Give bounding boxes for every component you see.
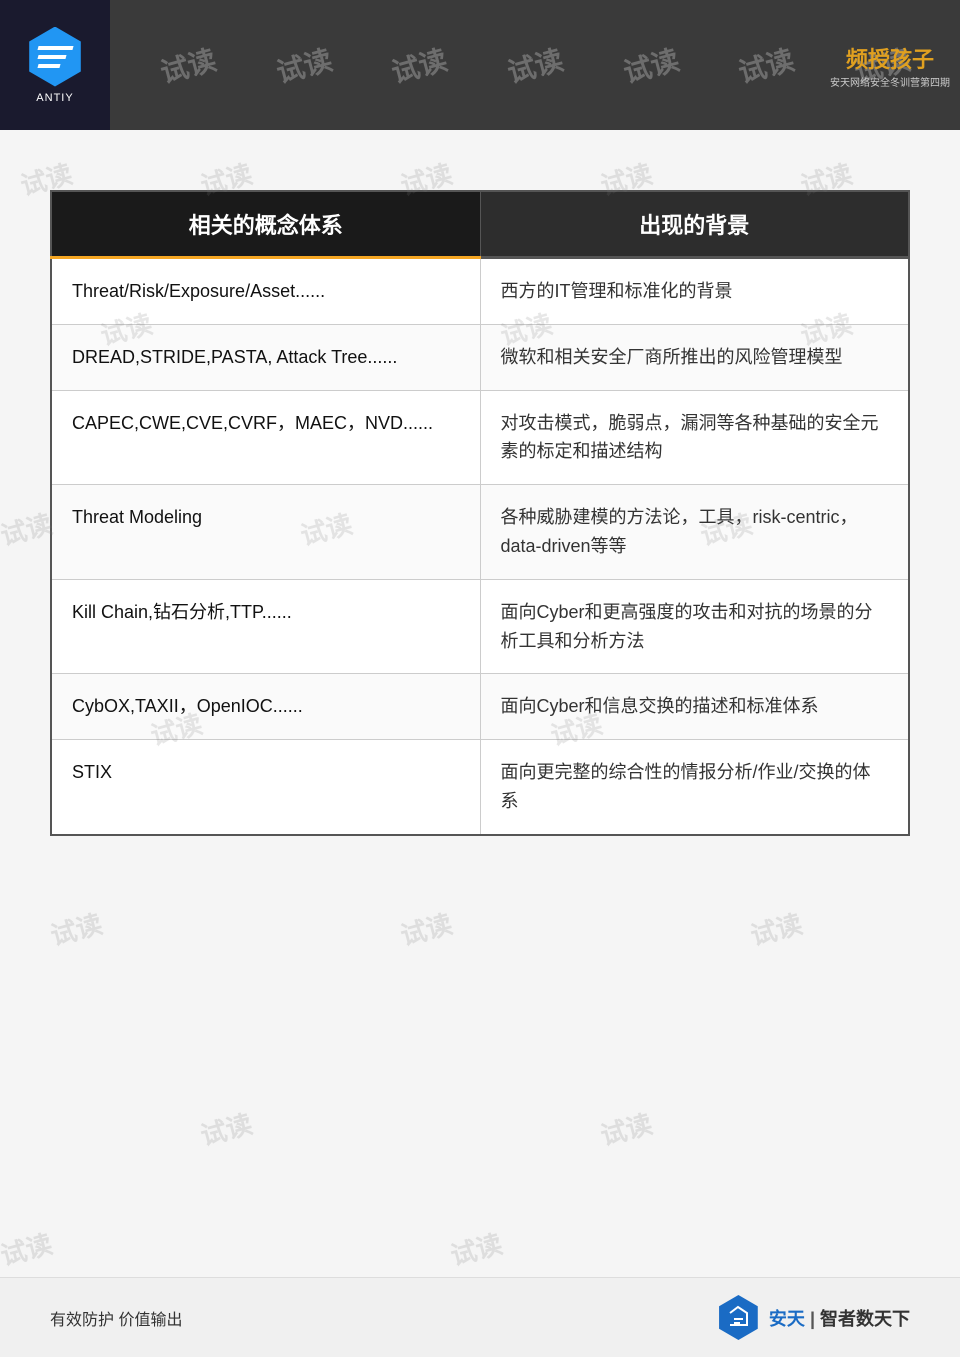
main-table: 相关的概念体系 出现的背景 Threat/Risk/Exposure/Asset… (50, 190, 910, 836)
table-cell-left-4: Kill Chain,钻石分析,TTP...... (51, 579, 480, 674)
footer: 有效防护 价值输出 安天 | 智者数天下 (0, 1277, 960, 1357)
header-right-logo-text: 频授孩子 (846, 42, 934, 74)
table-cell-right-3: 各种威胁建模的方法论，工具，risk-centric，data-driven等等 (480, 485, 909, 580)
header-wm-1: 试读 (156, 38, 220, 91)
table-cell-right-4: 面向Cyber和更高强度的攻击和对抗的场景的分析工具和分析方法 (480, 579, 909, 674)
table-header-right: 出现的背景 (480, 191, 909, 258)
footer-logo-brand: 安天 | 智者数天下 (769, 1305, 910, 1331)
table-cell-left-6: STIX (51, 740, 480, 835)
table-header-left: 相关的概念体系 (51, 191, 480, 258)
table-cell-left-5: CybOX,TAXII，OpenIOC...... (51, 674, 480, 740)
table-row: DREAD,STRIDE,PASTA, Attack Tree......微软和… (51, 324, 909, 390)
table-row: STIX面向更完整的综合性的情报分析/作业/交换的体系 (51, 740, 909, 835)
table-row: Kill Chain,钻石分析,TTP......面向Cyber和更高强度的攻击… (51, 579, 909, 674)
logo-line-2 (37, 55, 66, 59)
table-cell-left-0: Threat/Risk/Exposure/Asset...... (51, 258, 480, 325)
table-header-row: 相关的概念体系 出现的背景 (51, 191, 909, 258)
table-cell-right-1: 微软和相关安全厂商所推出的风险管理模型 (480, 324, 909, 390)
table-row: Threat Modeling各种威胁建模的方法论，工具，risk-centri… (51, 485, 909, 580)
footer-logo-svg (726, 1305, 751, 1330)
table-row: CybOX,TAXII，OpenIOC......面向Cyber和信息交换的描述… (51, 674, 909, 740)
footer-logo-separator: | (810, 1309, 815, 1329)
header-wm-3: 试读 (387, 38, 451, 91)
header-wm-6: 试读 (734, 38, 798, 91)
header-wm-5: 试读 (618, 38, 682, 91)
header: ANTIY 试读 试读 试读 试读 试读 试读 试读 频授孩子 安天网络安全冬训… (0, 0, 960, 130)
table-cell-right-0: 西方的IT管理和标准化的背景 (480, 258, 909, 325)
header-right-logo-sub: 安天网络安全冬训营第四期 (830, 74, 950, 89)
table-cell-right-5: 面向Cyber和信息交换的描述和标准体系 (480, 674, 909, 740)
main-content: 相关的概念体系 出现的背景 Threat/Risk/Exposure/Asset… (0, 130, 960, 1357)
logo-area: ANTIY (0, 0, 110, 130)
footer-logo-sub: 智者数天下 (820, 1309, 910, 1329)
table-cell-right-2: 对攻击模式，脆弱点，漏洞等各种基础的安全元素的标定和描述结构 (480, 390, 909, 485)
logo-text: ANTIY (36, 92, 73, 104)
footer-brand-name: 安天 (769, 1309, 805, 1329)
logo-line-1 (37, 46, 73, 50)
footer-logo-icon (716, 1295, 761, 1340)
logo-lines (30, 38, 81, 76)
logo-line-3 (37, 64, 60, 68)
table-row: CAPEC,CWE,CVE,CVRF，MAEC，NVD......对攻击模式，脆… (51, 390, 909, 485)
table-body: Threat/Risk/Exposure/Asset......西方的IT管理和… (51, 258, 909, 835)
footer-left-text: 有效防护 价值输出 (50, 1306, 182, 1330)
header-wm-4: 试读 (503, 38, 567, 91)
table-row: Threat/Risk/Exposure/Asset......西方的IT管理和… (51, 258, 909, 325)
table-cell-left-1: DREAD,STRIDE,PASTA, Attack Tree...... (51, 324, 480, 390)
table-cell-left-2: CAPEC,CWE,CVE,CVRF，MAEC，NVD...... (51, 390, 480, 485)
header-right-logo: 频授孩子 安天网络安全冬训营第四期 (830, 25, 950, 105)
header-wm-2: 试读 (271, 38, 335, 91)
table-cell-left-3: Threat Modeling (51, 485, 480, 580)
table-cell-right-6: 面向更完整的综合性的情报分析/作业/交换的体系 (480, 740, 909, 835)
logo-hexagon (25, 27, 85, 87)
footer-right: 安天 | 智者数天下 (716, 1295, 910, 1340)
